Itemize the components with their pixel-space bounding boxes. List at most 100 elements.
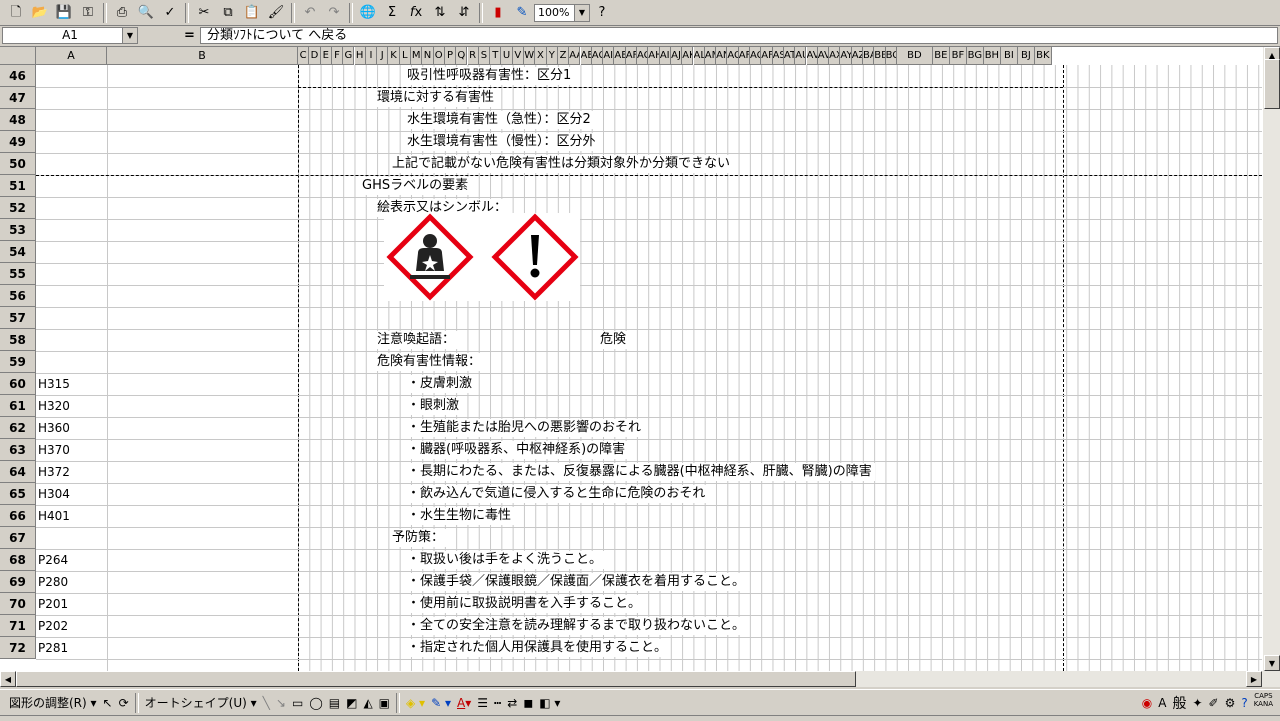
- function-icon[interactable]: fx: [405, 2, 427, 24]
- column-header[interactable]: Y: [546, 47, 558, 65]
- dash-style-icon[interactable]: ┅: [494, 692, 501, 714]
- column-header[interactable]: M: [411, 47, 423, 65]
- ime-icon[interactable]: ◉: [1142, 692, 1152, 714]
- column-header[interactable]: S: [478, 47, 491, 65]
- ime-pad-icon[interactable]: ✐: [1209, 692, 1219, 714]
- label-text-cell[interactable]: ・使用前に取扱説明書を入手すること。: [407, 595, 645, 613]
- name-box[interactable]: A1 ▼: [2, 27, 138, 44]
- column-header[interactable]: BC: [885, 47, 897, 65]
- column-header[interactable]: F: [331, 47, 344, 65]
- column-header[interactable]: AV: [806, 47, 818, 65]
- label-text-cell[interactable]: 吸引性呼吸器有害性：区分1: [407, 67, 575, 85]
- column-header[interactable]: X: [535, 47, 547, 65]
- dictionary-icon[interactable]: ✦: [1192, 692, 1202, 714]
- ime-help-icon[interactable]: ?: [1241, 692, 1247, 714]
- undo-icon[interactable]: ↶: [299, 2, 321, 24]
- font-color-icon[interactable]: A ▾: [457, 692, 471, 714]
- hazard-code-cell[interactable]: H370: [38, 441, 70, 459]
- hazard-code-cell[interactable]: P280: [38, 573, 68, 591]
- column-header[interactable]: C: [298, 47, 310, 65]
- column-header[interactable]: AF: [738, 47, 750, 65]
- ime-mode-label[interactable]: 般: [1172, 692, 1186, 714]
- column-header[interactable]: AC: [637, 47, 649, 65]
- scroll-thumb[interactable]: [1264, 59, 1280, 109]
- label-text-cell[interactable]: ・指定された個人用保護具を使用すること。: [407, 639, 671, 657]
- column-header[interactable]: D: [309, 47, 321, 65]
- print-preview-icon[interactable]: 🔍: [135, 2, 157, 24]
- row-header[interactable]: 56: [0, 285, 36, 307]
- shadow-icon[interactable]: ◼: [523, 692, 533, 714]
- column-header[interactable]: AY: [840, 47, 852, 65]
- row-header[interactable]: 69: [0, 571, 36, 593]
- formula-input[interactable]: 分類ｿﾌﾄについて へ戻る: [200, 27, 1278, 44]
- column-header[interactable]: I: [365, 47, 378, 65]
- label-text-cell[interactable]: ・飲み込んで気道に侵入すると生命に危険のおそれ: [407, 485, 709, 503]
- fill-color-icon[interactable]: ◈ ▾: [406, 692, 425, 714]
- column-header[interactable]: BE: [932, 47, 950, 65]
- zoom-select[interactable]: 100% ▼: [534, 3, 590, 22]
- hazard-code-cell[interactable]: P264: [38, 551, 68, 569]
- column-header[interactable]: R: [467, 47, 479, 65]
- row-header[interactable]: 58: [0, 329, 36, 351]
- sort-desc-icon[interactable]: ⇵: [453, 2, 475, 24]
- select-all-corner[interactable]: [0, 47, 36, 65]
- row-header[interactable]: 46: [0, 65, 36, 87]
- line-icon[interactable]: ╲: [263, 692, 270, 714]
- scroll-right-icon[interactable]: ▶: [1246, 671, 1262, 687]
- column-header[interactable]: U: [501, 47, 513, 65]
- column-header[interactable]: A: [36, 47, 107, 65]
- label-text-cell[interactable]: ・眼刺激: [407, 397, 463, 415]
- autoshape-menu-button[interactable]: オートシェイプ(U) ▾: [145, 692, 257, 714]
- column-header[interactable]: BI: [1000, 47, 1018, 65]
- column-header[interactable]: AE: [580, 47, 592, 65]
- column-header[interactable]: Q: [456, 47, 468, 65]
- column-header[interactable]: BH: [983, 47, 1001, 65]
- column-header[interactable]: AX: [829, 47, 841, 65]
- column-header[interactable]: AC: [727, 47, 739, 65]
- column-header[interactable]: AK: [682, 47, 694, 65]
- sort-asc-icon[interactable]: ⇅: [429, 2, 451, 24]
- column-header[interactable]: AF: [761, 47, 773, 65]
- copy-icon[interactable]: ⧉: [217, 2, 239, 24]
- signal-word-cell[interactable]: 危険: [600, 331, 630, 349]
- column-header[interactable]: E: [320, 47, 332, 65]
- label-text-cell[interactable]: 予防策：: [392, 529, 448, 547]
- line-color-icon[interactable]: ✎ ▾: [431, 692, 451, 714]
- label-text-cell[interactable]: 危険有害性情報：: [377, 353, 485, 371]
- format-painter-icon[interactable]: 🖌: [265, 2, 287, 24]
- column-header[interactable]: BG: [966, 47, 984, 65]
- column-header[interactable]: BA: [863, 47, 875, 65]
- select-objects-icon[interactable]: ↖: [103, 692, 113, 714]
- row-header[interactable]: 72: [0, 637, 36, 659]
- label-text-cell[interactable]: ・皮膚刺激: [407, 375, 476, 393]
- new-icon[interactable]: 🗋: [5, 2, 27, 24]
- draw-menu-button[interactable]: 図形の調整(R) ▾: [9, 692, 97, 714]
- line-style-icon[interactable]: ☰: [477, 692, 488, 714]
- row-header[interactable]: 48: [0, 109, 36, 131]
- row-header[interactable]: 53: [0, 219, 36, 241]
- drawing-icon[interactable]: ✎: [511, 2, 533, 24]
- hazard-code-cell[interactable]: H360: [38, 419, 70, 437]
- input-mode-icon[interactable]: A: [1158, 692, 1166, 714]
- column-header[interactable]: AF: [625, 47, 637, 65]
- label-text-cell[interactable]: 水生環境有害性（慢性）：区分外: [407, 133, 599, 151]
- row-header[interactable]: 52: [0, 197, 36, 219]
- tools-icon[interactable]: ⚙: [1225, 692, 1236, 714]
- spelling-icon[interactable]: ✓: [159, 2, 181, 24]
- column-header[interactable]: AJ: [670, 47, 683, 65]
- column-header[interactable]: AI: [659, 47, 671, 65]
- cell-area[interactable]: 吸引性呼吸器有害性：区分1 環境に対する有害性 水生環境有害性（急性）：区分2 水生環…: [36, 65, 1262, 671]
- column-header[interactable]: B: [107, 47, 298, 65]
- label-text-cell[interactable]: ・長期にわたる、または、反復暴露による臓器(中枢神経系、肝臓、腎臓)の障害: [407, 463, 875, 481]
- column-header[interactable]: BB: [874, 47, 886, 65]
- hyperlink-icon[interactable]: 🌐: [357, 2, 379, 24]
- hazard-code-cell[interactable]: P201: [38, 595, 68, 613]
- rotate-icon[interactable]: ⟳: [119, 692, 129, 714]
- scroll-left-icon[interactable]: ◀: [0, 671, 16, 687]
- column-header[interactable]: V: [512, 47, 524, 65]
- column-header[interactable]: W: [524, 47, 536, 65]
- label-text-cell[interactable]: 注意喚起語：: [377, 331, 459, 349]
- oval-icon[interactable]: ◯: [309, 692, 322, 714]
- label-text-cell[interactable]: ・取扱い後は手をよく洗うこと。: [407, 551, 606, 569]
- horizontal-scrollbar[interactable]: ◀ ▶: [0, 671, 1280, 687]
